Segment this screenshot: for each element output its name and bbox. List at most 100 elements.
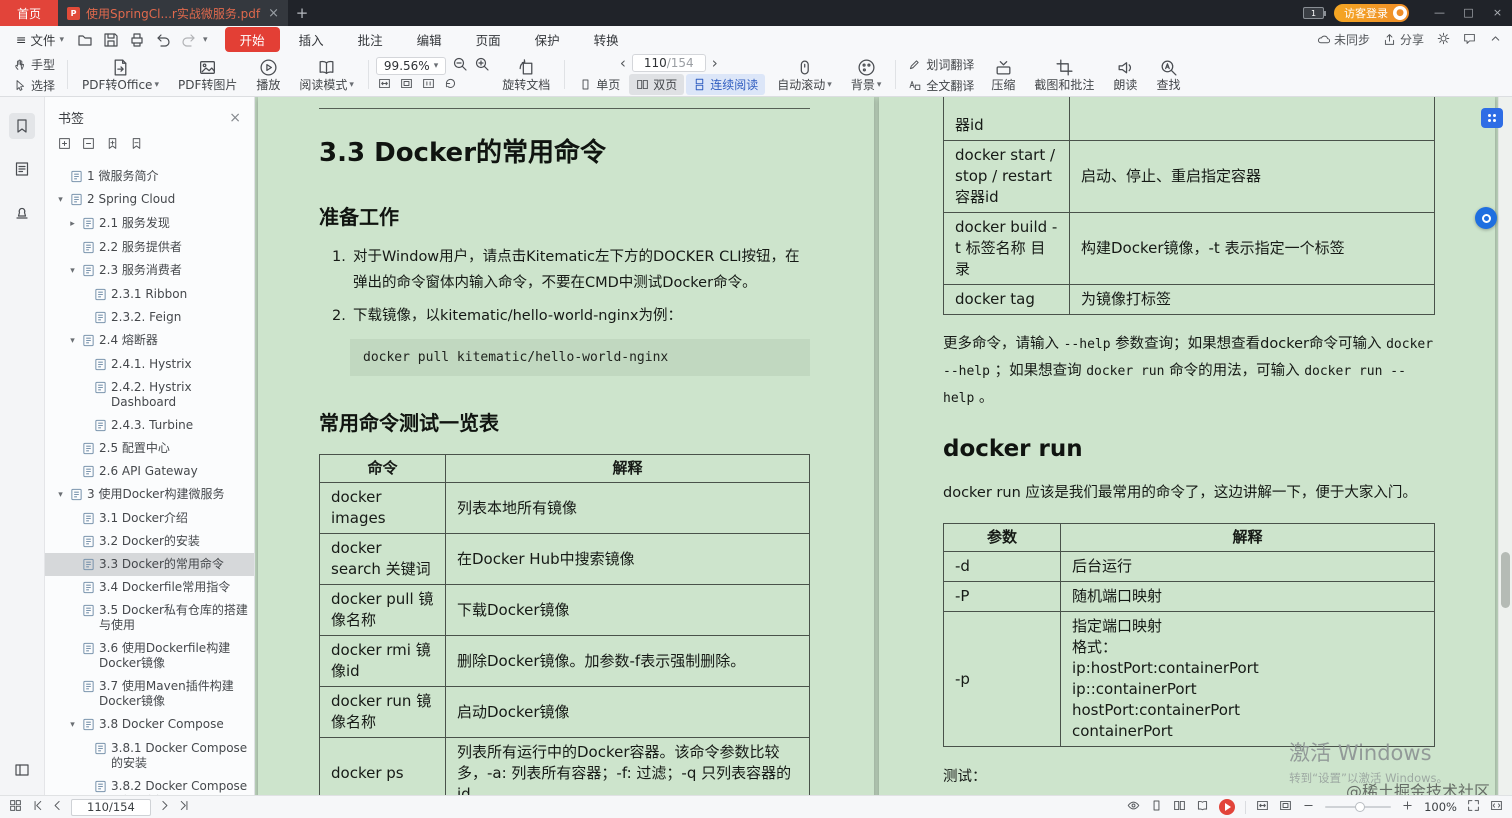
redo-button[interactable] [177, 29, 200, 50]
double-page-mode-button[interactable]: 双页 [629, 74, 685, 95]
expand-arrow-icon[interactable]: ▾ [67, 264, 78, 279]
reset-zoom-button[interactable] [444, 77, 457, 93]
close-button[interactable]: × [1483, 0, 1512, 26]
stamp-panel-button[interactable] [9, 199, 35, 225]
bookmark-item[interactable]: 3.8.2 Docker Compose入门示例 [45, 775, 254, 795]
pdf-to-image-button[interactable]: PDF转图片 [171, 53, 244, 96]
annotations-panel-button[interactable] [9, 156, 35, 182]
zoom-out-button-status[interactable] [1302, 799, 1315, 815]
sync-status-button[interactable]: 未同步 [1317, 31, 1370, 48]
save-button[interactable] [99, 29, 122, 50]
compress-button[interactable]: 压缩 [984, 53, 1022, 96]
pdf-to-office-button[interactable]: PDF转Office ▾ [75, 53, 166, 96]
tab-start[interactable]: 开始 [224, 27, 280, 52]
bookmark-item[interactable]: 3.6 使用Dockerfile构建Docker镜像 [45, 637, 254, 675]
last-page-button[interactable] [178, 799, 191, 815]
minimize-button[interactable]: — [1425, 0, 1454, 26]
scrollbar-thumb[interactable] [1501, 552, 1510, 608]
fullscreen-button[interactable] [1467, 799, 1480, 815]
tab-close-icon[interactable]: × [268, 6, 279, 21]
expand-arrow-icon[interactable]: ▸ [67, 217, 78, 232]
collapse-panel-button[interactable] [9, 757, 35, 783]
single-page-mode-button[interactable]: 单页 [572, 74, 627, 95]
tab-insert[interactable]: 插入 [284, 27, 339, 52]
bookmark-item[interactable]: 2.4.2. Hystrix Dashboard [45, 376, 254, 414]
zoom-out-button[interactable] [452, 56, 468, 75]
bookmark-item[interactable]: 2.2 服务提供者 [45, 236, 254, 259]
new-tab-button[interactable]: + [288, 4, 316, 22]
zoom-level-dropdown[interactable]: 99.56% ▾ [375, 56, 447, 75]
fit-page-button[interactable] [400, 77, 413, 93]
document-tab[interactable]: P 使用SpringCl...r实战微服务.pdf × [58, 0, 289, 26]
tab-page[interactable]: 页面 [461, 27, 516, 52]
open-file-button[interactable] [73, 29, 96, 50]
add-bookmark-button[interactable] [106, 137, 119, 153]
bookmark-item[interactable]: 1 微服务简介 [45, 165, 254, 188]
zoom-in-button-status[interactable] [1401, 799, 1414, 815]
file-menu[interactable]: ≡ 文件 ▾ [10, 30, 70, 49]
close-panel-icon[interactable]: × [229, 110, 241, 126]
actual-size-button[interactable] [422, 77, 435, 93]
double-page-view-button[interactable] [1173, 799, 1186, 815]
document-area[interactable]: 3.3 Docker的常用命令 准备工作 1. 对于Window用户，请点击Kit… [255, 97, 1512, 795]
full-translate-button[interactable]: 全文翻译 [903, 76, 979, 95]
zoom-slider[interactable] [1325, 802, 1392, 812]
reading-fullscreen-button[interactable] [1490, 799, 1503, 815]
single-page-view-button[interactable] [1150, 799, 1163, 815]
bookmark-item[interactable]: ▾ 3 使用Docker构建微服务 [45, 483, 254, 507]
play-button[interactable]: 播放 [249, 53, 287, 96]
expand-arrow-icon[interactable]: ▾ [55, 193, 66, 208]
bookmark-item[interactable]: 3.4 Dockerfile常用指令 [45, 576, 254, 599]
bookmark-item[interactable]: ▾ 3.8 Docker Compose [45, 713, 254, 737]
select-tool-button[interactable]: 选择 [8, 76, 60, 95]
snapshot-annotate-button[interactable]: 截图和批注 [1027, 53, 1101, 96]
bookmark-item[interactable]: ▾ 2.4 熔断器 [45, 329, 254, 353]
eye-protection-button[interactable] [1127, 799, 1140, 815]
maximize-button[interactable]: □ [1454, 0, 1483, 26]
background-button[interactable]: 背景 ▾ [844, 53, 889, 96]
first-page-button[interactable] [31, 799, 44, 815]
vertical-scrollbar[interactable] [1498, 97, 1512, 795]
zoom-in-button[interactable] [474, 56, 490, 75]
home-tab[interactable]: 首页 [0, 0, 59, 26]
bookmark-item[interactable]: 2.5 配置中心 [45, 437, 254, 460]
tab-protect[interactable]: 保护 [520, 27, 575, 52]
expand-arrow-icon[interactable]: ▾ [55, 488, 66, 503]
presentation-play-button[interactable] [1219, 799, 1236, 815]
bookmark-item[interactable]: 2.4.3. Turbine [45, 414, 254, 437]
share-button[interactable]: 分享 [1383, 31, 1424, 48]
bookmarks-panel-button[interactable] [9, 113, 35, 139]
floating-tool-button[interactable] [1475, 207, 1497, 229]
bookmark-item[interactable]: 2.3.2. Feign [45, 306, 254, 329]
print-button[interactable] [125, 29, 148, 50]
expand-arrow-icon[interactable]: ▾ [67, 718, 78, 733]
expand-arrow-icon[interactable]: ▾ [67, 334, 78, 349]
apps-launcher-button[interactable] [1481, 108, 1503, 128]
bookmark-item[interactable]: 3.8.1 Docker Compose的安装 [45, 737, 254, 775]
bookmark-item[interactable]: ▸ 2.1 服务发现 [45, 212, 254, 236]
bookmark-item[interactable]: 2.3.1 Ribbon [45, 283, 254, 306]
next-page-button[interactable]: › [712, 56, 718, 71]
collapse-ribbon-button[interactable] [1489, 32, 1502, 48]
read-mode-button[interactable]: 阅读模式 ▾ [292, 53, 361, 96]
previous-page-button[interactable]: ‹ [620, 56, 626, 71]
fit-width-button[interactable] [378, 77, 391, 93]
undo-button[interactable] [151, 29, 174, 50]
bookmark-item[interactable]: ▾ 2.3 服务消费者 [45, 259, 254, 283]
bookmark-item[interactable]: 3.7 使用Maven插件构建Docker镜像 [45, 675, 254, 713]
bookmark-item[interactable]: 2.4.1. Hystrix [45, 353, 254, 376]
quick-access-caret-icon[interactable]: ▾ [203, 35, 208, 45]
page-number-input[interactable]: 110/154 [631, 54, 706, 72]
read-aloud-button[interactable]: 朗读 [1106, 53, 1144, 96]
fit-width-button-status[interactable] [1256, 799, 1269, 815]
continuous-read-toggle[interactable]: 连续阅读 [686, 74, 766, 95]
tab-edit[interactable]: 编辑 [402, 27, 457, 52]
visitor-login-button[interactable]: 访客登录 ● [1334, 4, 1409, 22]
bookmark-item[interactable]: 3.3 Docker的常用命令 [45, 553, 254, 576]
bookmark-item[interactable]: 3.1 Docker介绍 [45, 507, 254, 530]
rotate-document-button[interactable]: 旋转文档 [495, 53, 557, 96]
status-page-input[interactable]: 110/154 [71, 798, 151, 816]
tab-comment[interactable]: 批注 [343, 27, 398, 52]
find-button[interactable]: 查找 [1149, 53, 1187, 96]
word-translate-button[interactable]: 划词翻译 [903, 55, 979, 74]
